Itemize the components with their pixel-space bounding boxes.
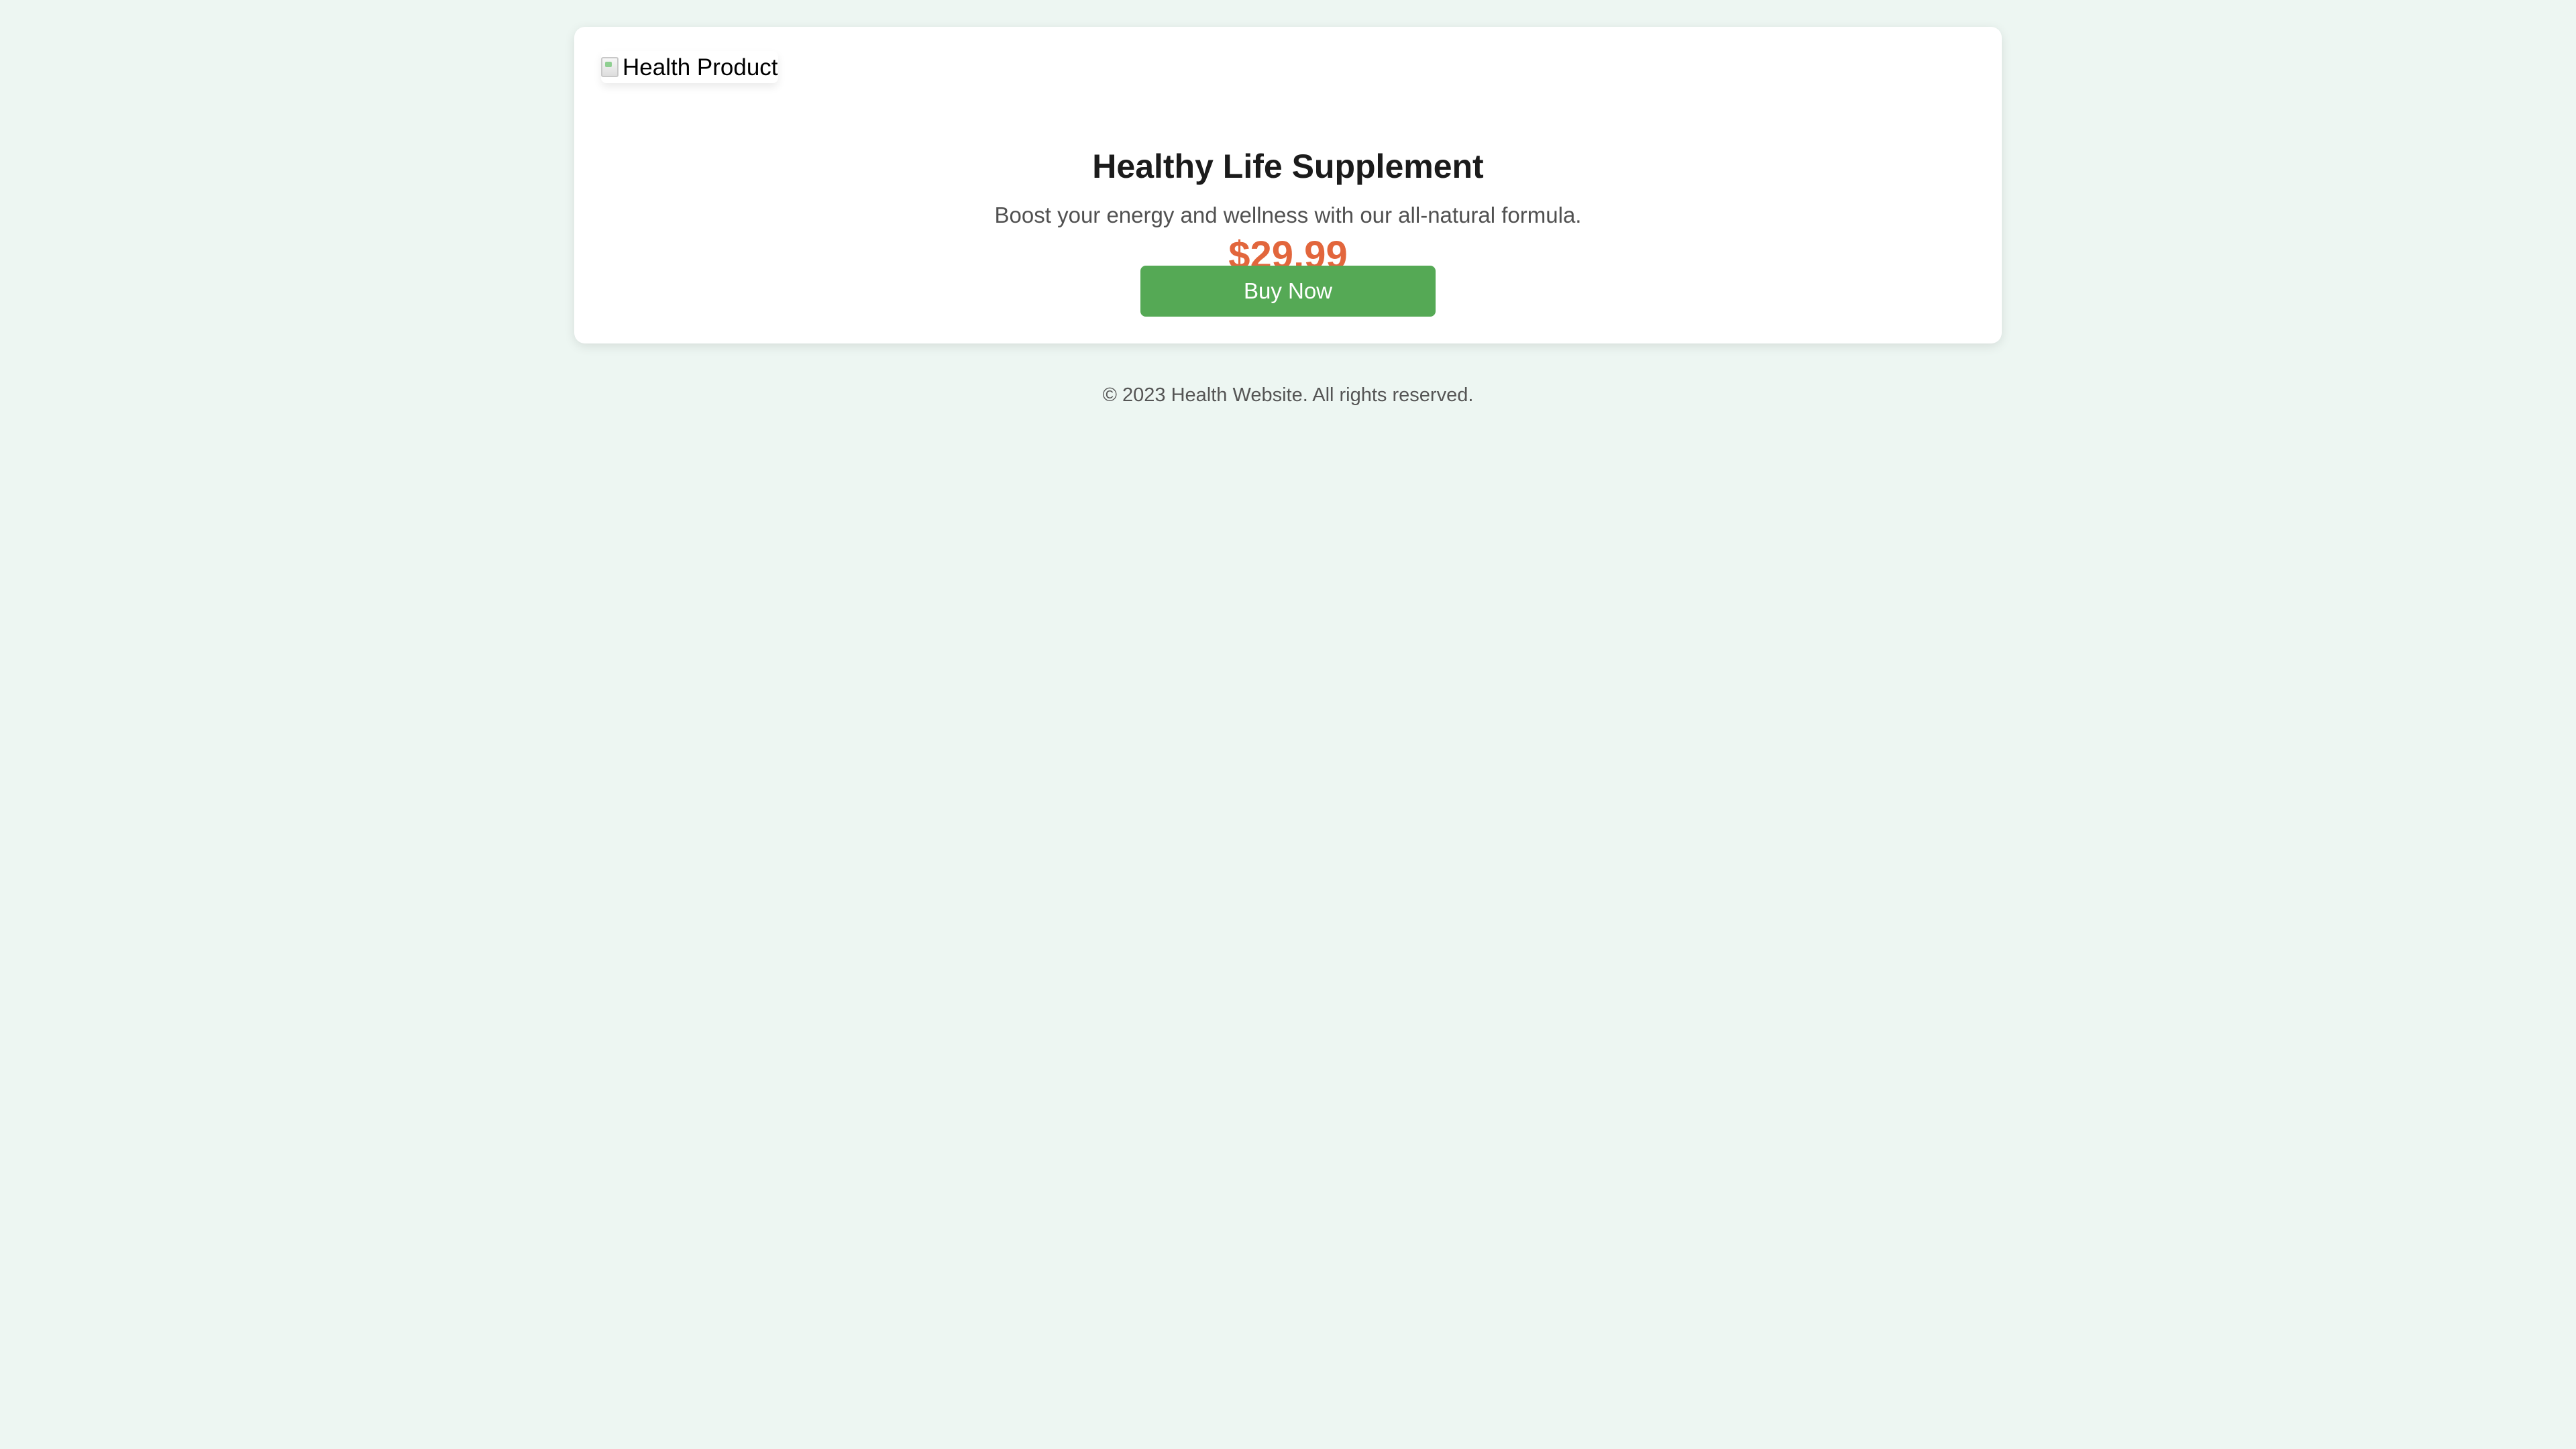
- product-image-alt-text: Health Product: [623, 54, 778, 80]
- buy-now-button[interactable]: Buy Now: [1140, 266, 1436, 317]
- product-image: Health Product: [601, 51, 778, 83]
- site-footer: © 2023 Health Website. All rights reserv…: [1102, 384, 1474, 406]
- product-title: Healthy Life Supplement: [1092, 147, 1484, 185]
- broken-image-icon: [601, 57, 619, 77]
- product-description: Boost your energy and wellness with our …: [994, 203, 1582, 227]
- product-card: Health Product Healthy Life Supplement B…: [574, 27, 2002, 343]
